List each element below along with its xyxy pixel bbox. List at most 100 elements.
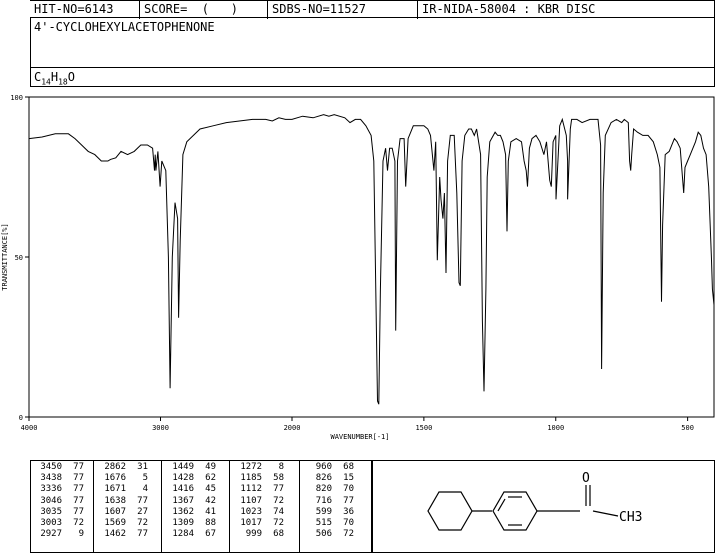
- peak-transmittance: 77: [73, 462, 84, 472]
- peak-wavenumber: 1416: [172, 484, 194, 495]
- peak-row: 1607 27: [96, 507, 148, 518]
- peak-transmittance: 77: [137, 495, 148, 506]
- peak-column: 2862 31 1676 5 1671 4 1638 77 1607 27 1569 72 1462 77: [96, 462, 148, 540]
- carbonyl-oxygen-label: O: [582, 471, 590, 486]
- peak-column-divider: [229, 460, 230, 552]
- peak-row: 1367 42: [164, 496, 216, 507]
- peak-transmittance: 58: [273, 473, 284, 484]
- peak-wavenumber: 1017: [240, 518, 262, 529]
- peak-row: 1023 74: [232, 507, 284, 518]
- peak-row: 1569 72: [96, 518, 148, 529]
- peak-wavenumber: 3450: [40, 462, 62, 472]
- peak-transmittance: 72: [273, 495, 284, 506]
- peak-column-divider: [161, 460, 162, 552]
- peak-transmittance: 74: [273, 506, 284, 517]
- peak-row: 2927 9: [32, 529, 84, 540]
- peak-row: 1284 67: [164, 529, 216, 540]
- peak-transmittance: 5: [142, 473, 148, 484]
- peak-row: 1416 45: [164, 484, 216, 495]
- peak-row: 515 70: [302, 518, 354, 529]
- y-tick-label: 0: [19, 414, 23, 422]
- peak-row: 1676 5: [96, 473, 148, 484]
- peak-row: 1671 4: [96, 484, 148, 495]
- peak-transmittance: 15: [343, 473, 354, 484]
- peak-transmittance: 77: [73, 473, 84, 484]
- peak-transmittance: 77: [73, 484, 84, 495]
- cyclohexane-ring: [427, 491, 473, 531]
- peak-row: 506 72: [302, 529, 354, 540]
- peak-wavenumber: 3336: [40, 484, 62, 495]
- peak-row: 1309 88: [164, 518, 216, 529]
- peak-transmittance: 72: [343, 529, 354, 540]
- peak-transmittance: 77: [273, 484, 284, 495]
- ir-spectrum-chart: 4000 3000 2000 1500 1000 500100500 WAVENUMBER…: [1, 94, 715, 441]
- peak-row: 1428 62: [164, 473, 216, 484]
- peak-row: 1449 49: [164, 462, 216, 473]
- peak-transmittance: 70: [343, 484, 354, 495]
- peak-wavenumber: 1569: [104, 518, 126, 529]
- peak-wavenumber: 1185: [240, 473, 262, 484]
- peak-row: 1185 58: [232, 473, 284, 484]
- methyl-label: CH3: [619, 510, 642, 525]
- peak-row: 1462 77: [96, 529, 148, 540]
- peak-transmittance: 72: [73, 518, 84, 529]
- peak-wavenumber: 2927: [40, 529, 62, 540]
- peak-row: 826 15: [302, 473, 354, 484]
- spectrum-line: [28, 114, 715, 405]
- peak-wavenumber: 1428: [172, 473, 194, 484]
- peak-wavenumber: 1462: [104, 529, 126, 540]
- peak-transmittance: 27: [137, 506, 148, 517]
- peak-column: 1272 8 1185 58 1112 77 1107 72 1023 74 1017 72 999 68: [232, 462, 284, 540]
- peak-wavenumber: 1638: [104, 495, 126, 506]
- peak-row: 2862 31: [96, 462, 148, 473]
- peak-transmittance: 70: [343, 518, 354, 529]
- x-axis-label: WAVENUMBER[-1]: [330, 433, 389, 441]
- peak-transmittance: 9: [78, 529, 84, 540]
- peak-wavenumber: 1367: [172, 495, 194, 506]
- x-tick-label: 2000: [284, 424, 301, 432]
- y-tick-label: 100: [10, 94, 23, 102]
- peak-transmittance: 4: [142, 484, 148, 495]
- peak-wavenumber: 1107: [240, 495, 262, 506]
- peak-transmittance: 77: [73, 495, 84, 506]
- peak-row: 716 77: [302, 496, 354, 507]
- peak-row: 1017 72: [232, 518, 284, 529]
- peak-wavenumber: 1309: [172, 518, 194, 529]
- x-tick-label: 4000: [21, 424, 38, 432]
- peak-transmittance: 77: [73, 506, 84, 517]
- methyl-bond: [592, 510, 619, 517]
- peak-wavenumber: 716: [315, 495, 332, 506]
- peak-row: 820 70: [302, 484, 354, 495]
- chemical-structure: O CH3: [427, 471, 642, 531]
- peak-wavenumber: 999: [245, 529, 262, 540]
- peak-column: 1449 49 1428 62 1416 45 1367 42 1362 41 1309 88 1284…: [164, 462, 216, 540]
- peak-wavenumber: 1284: [172, 529, 194, 540]
- peak-row: 960 68: [302, 462, 354, 473]
- peak-transmittance: 42: [205, 495, 216, 506]
- peak-column-divider: [93, 460, 94, 552]
- x-tick-label: 500: [681, 424, 694, 432]
- peak-wavenumber: 1112: [240, 484, 262, 495]
- peak-wavenumber: 599: [315, 506, 332, 517]
- peak-row: 999 68: [232, 529, 284, 540]
- peak-row: 1107 72: [232, 496, 284, 507]
- peak-transmittance: 45: [205, 484, 216, 495]
- peak-transmittance: 72: [273, 518, 284, 529]
- peak-row: 3035 77: [32, 507, 84, 518]
- peak-row: 599 36: [302, 507, 354, 518]
- peak-transmittance: 77: [137, 529, 148, 540]
- plot-frame: [28, 96, 715, 418]
- peak-transmittance: 36: [343, 506, 354, 517]
- peak-row: 1272 8: [232, 462, 284, 473]
- peak-wavenumber: 2862: [104, 462, 126, 472]
- peak-wavenumber: 3438: [40, 473, 62, 484]
- peak-row: 3438 77: [32, 473, 84, 484]
- peak-transmittance: 62: [205, 473, 216, 484]
- peak-transmittance: 67: [205, 529, 216, 540]
- peak-transmittance: 41: [205, 506, 216, 517]
- x-tick-label: 3000: [152, 424, 169, 432]
- peak-row: 3450 77: [32, 462, 84, 473]
- peak-wavenumber: 3003: [40, 518, 62, 529]
- peak-transmittance: 68: [273, 529, 284, 540]
- peak-column: 3450 77 3438 77 3336 77 3046 77 3035 77 3003 72 2927…: [32, 462, 84, 540]
